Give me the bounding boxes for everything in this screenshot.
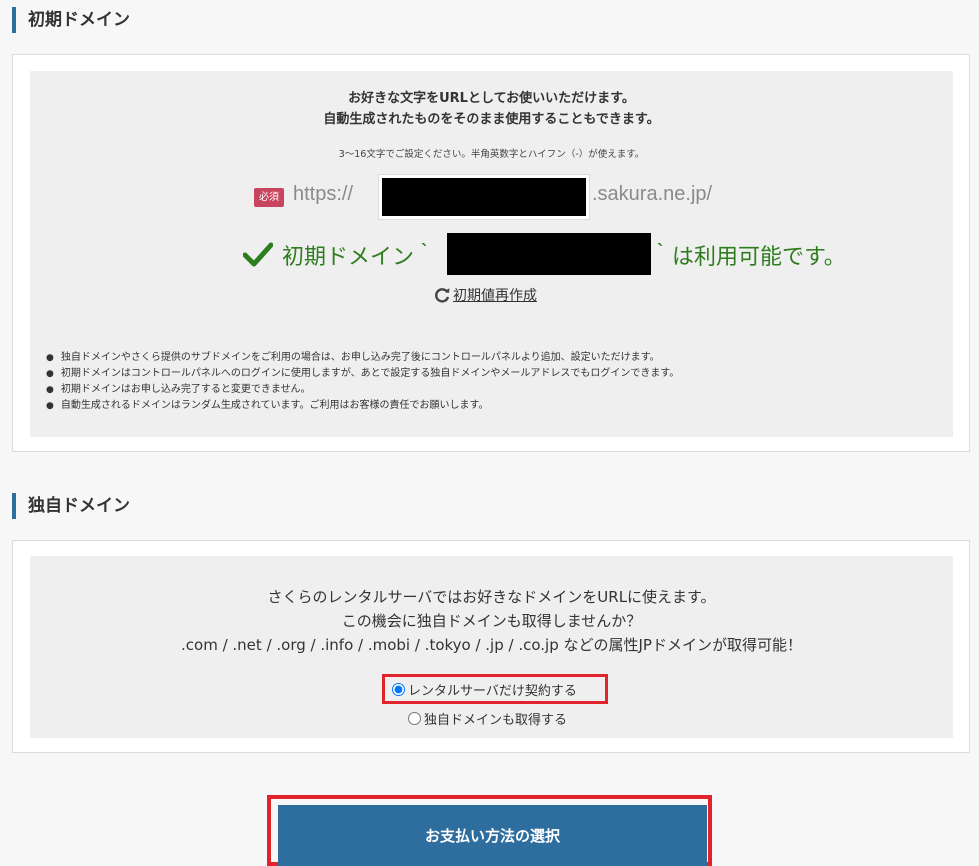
check-icon <box>243 242 273 267</box>
own-domain-line-1: さくらのレンタルサーバではお好きなドメインをURLに使えます。 <box>267 588 716 606</box>
availability-suffix: ｀は利用可能です。 <box>650 245 846 270</box>
own-domain-text: さくらのレンタルサーバではお好きなドメインをURLに使えます。 この機会に独自ド… <box>30 585 953 657</box>
domain-url-row: 必須 https:// .sakura.ne.jp/ <box>30 174 953 220</box>
regenerate-link[interactable]: 初期値再作成 <box>433 285 537 305</box>
initial-domain-panel: お好きな文字をURLとしてお使いいただけます。 自動生成されたものをそのまま使用… <box>12 54 970 452</box>
regenerate-label: 初期値再作成 <box>453 288 537 304</box>
intro-line-1: お好きな文字をURLとしてお使いいただけます。 <box>348 91 635 106</box>
own-domain-line-3: .com / .net / .org / .info / .mobi / .to… <box>181 636 802 654</box>
input-hint: 3～16文字でご設定ください。半角英数字とハイフン（-）が使えます。 <box>338 149 645 160</box>
payment-method-button[interactable]: お支払い方法の選択 <box>278 805 707 866</box>
note-item: 初期ドメインはコントロールパネルへのログインに使用しますが、あとで設定する独自ド… <box>46 366 680 382</box>
own-domain-panel: さくらのレンタルサーバではお好きなドメインをURLに使えます。 この機会に独自ド… <box>12 540 970 753</box>
radio-with-domain[interactable] <box>408 712 421 725</box>
own-domain-line-2: この機会に独自ドメインも取得しませんか？ <box>341 612 642 630</box>
url-suffix: .sakura.ne.jp/ <box>592 183 713 205</box>
intro-line-2: 自動生成されたものをそのまま使用することもできます。 <box>323 112 660 127</box>
intro-text: お好きな文字をURLとしてお使いいただけます。 自動生成されたものをそのまま使用… <box>30 88 953 130</box>
option-with-domain[interactable]: 独自ドメインも取得する <box>408 709 567 728</box>
availability-message: 初期ドメイン｀ ｀は利用可能です。 <box>30 233 953 275</box>
notes-list: 独自ドメインやさくら提供のサブドメインをご利用の場合は、お申し込み完了後にコント… <box>46 350 680 414</box>
own-domain-inner: さくらのレンタルサーバではお好きなドメインをURLに使えます。 この機会に独自ド… <box>30 556 953 738</box>
availability-prefix: 初期ドメイン｀ <box>282 245 437 270</box>
note-item: 初期ドメインはお申し込み完了すると変更できません。 <box>46 382 679 398</box>
note-item: 自動生成されるドメインはランダム生成されています。ご利用はお客様の責任でお願いし… <box>46 398 679 414</box>
option-server-only[interactable]: レンタルサーバだけ契約する <box>392 680 577 699</box>
redacted-domain <box>447 233 651 275</box>
initial-domain-heading: 初期ドメイン <box>12 7 130 33</box>
option-server-only-label: レンタルサーバだけ契約する <box>408 684 577 699</box>
redacted-value <box>382 178 586 216</box>
radio-server-only[interactable] <box>392 683 405 696</box>
own-domain-heading: 独自ドメイン <box>12 493 130 519</box>
domain-input[interactable] <box>378 174 590 220</box>
initial-domain-inner: お好きな文字をURLとしてお使いいただけます。 自動生成されたものをそのまま使用… <box>30 71 953 437</box>
required-badge: 必須 <box>254 188 284 207</box>
refresh-icon <box>435 288 450 303</box>
option-with-domain-label: 独自ドメインも取得する <box>424 713 568 728</box>
note-item: 独自ドメインやさくら提供のサブドメインをご利用の場合は、お申し込み完了後にコント… <box>46 350 679 366</box>
url-prefix: https:// <box>293 183 354 205</box>
